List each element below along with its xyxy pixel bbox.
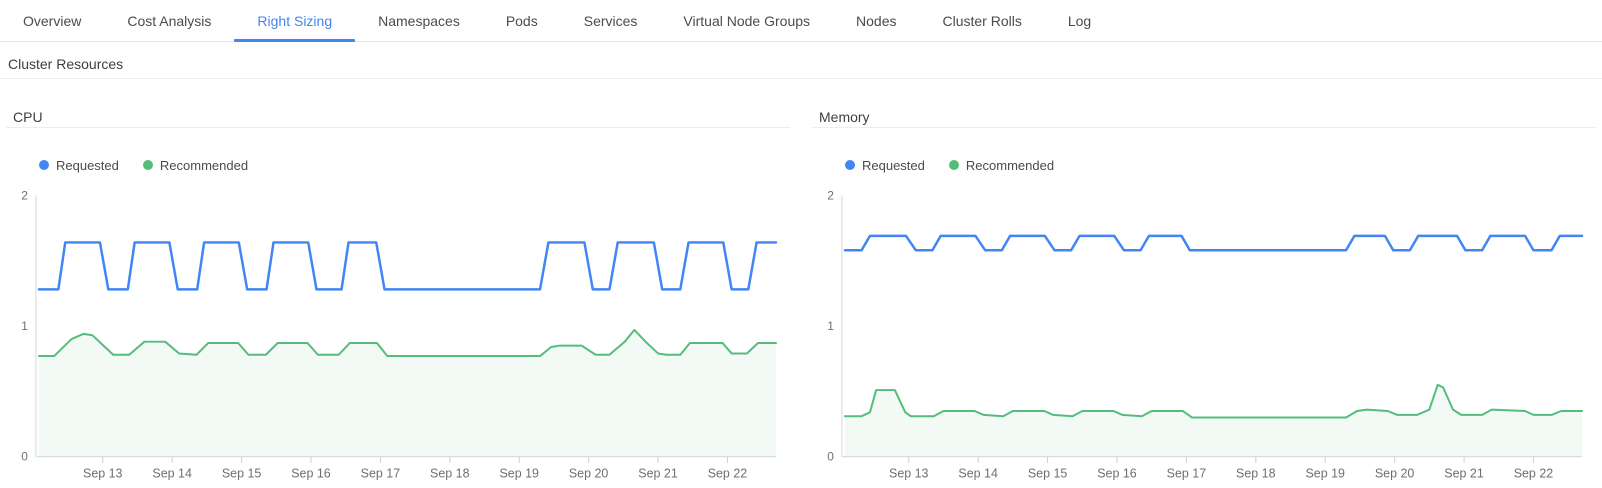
tab-virtual-node-groups[interactable]: Virtual Node Groups xyxy=(660,0,833,41)
axis-tick-label: Sep 13 xyxy=(83,467,123,481)
memory-legend: Requested Recommended xyxy=(845,155,1596,175)
recommended-dot-icon xyxy=(143,160,153,170)
axis-tick-label: 0 xyxy=(827,450,834,464)
axis-tick-label: Sep 15 xyxy=(222,467,262,481)
axis-tick-label: 2 xyxy=(827,188,834,202)
tab-cluster-rolls[interactable]: Cluster Rolls xyxy=(919,0,1044,41)
axis-tick-label: Sep 20 xyxy=(1375,467,1415,481)
axis-tick-label: Sep 13 xyxy=(889,467,929,481)
axis-tick-label: Sep 19 xyxy=(499,467,539,481)
requested-line xyxy=(39,242,776,289)
tab-nodes[interactable]: Nodes xyxy=(833,0,919,41)
tab-right-sizing[interactable]: Right Sizing xyxy=(234,0,355,41)
axis-tick-label: 0 xyxy=(21,450,28,464)
cpu-legend-item-requested[interactable]: Requested xyxy=(39,158,119,173)
axis-tick-label: Sep 14 xyxy=(152,467,192,481)
section-header: Cluster Resources xyxy=(0,42,1602,79)
cpu-chart-title: CPU xyxy=(6,97,790,128)
axis-tick-label: Sep 15 xyxy=(1028,467,1068,481)
tab-cost-analysis[interactable]: Cost Analysis xyxy=(104,0,234,41)
memory-legend-item-recommended[interactable]: Recommended xyxy=(949,158,1054,173)
legend-label: Recommended xyxy=(966,158,1054,173)
recommended-area xyxy=(39,330,776,457)
tab-overview[interactable]: Overview xyxy=(0,0,104,41)
memory-chart-title: Memory xyxy=(812,97,1596,128)
tab-namespaces[interactable]: Namespaces xyxy=(355,0,483,41)
memory-panel: Memory Requested Recommended 0 1 2 Sep 13 Sep… xyxy=(812,97,1596,487)
legend-label: Requested xyxy=(56,158,119,173)
axis-tick-label: Sep 21 xyxy=(1444,467,1484,481)
page-title: Cluster Resources xyxy=(8,56,123,72)
memory-legend-item-requested[interactable]: Requested xyxy=(845,158,925,173)
cpu-chart: 0 1 2 Sep 13 Sep 14 Sep 15 Sep 16 Sep 17 Sep 18 S… xyxy=(6,185,790,487)
memory-chart-svg: 0 1 2 Sep 13 Sep 14 Sep 15 Sep 16 Sep 17 Sep 18 S… xyxy=(812,185,1596,487)
legend-label: Requested xyxy=(862,158,925,173)
memory-chart: 0 1 2 Sep 13 Sep 14 Sep 15 Sep 16 Sep 17 Sep 18 S… xyxy=(812,185,1596,487)
recommended-dot-icon xyxy=(949,160,959,170)
tab-bar: OverviewCost AnalysisRight SizingNamespa… xyxy=(0,0,1602,42)
cpu-legend-item-recommended[interactable]: Recommended xyxy=(143,158,248,173)
cpu-chart-svg: 0 1 2 Sep 13 Sep 14 Sep 15 Sep 16 Sep 17 Sep 18 S… xyxy=(6,185,790,487)
axis-tick-label: 2 xyxy=(21,188,28,202)
charts-row: CPU Requested Recommended 0 1 2 Sep 13 Sep 14… xyxy=(0,97,1602,487)
recommended-area xyxy=(845,385,1582,457)
axis-tick-label: Sep 21 xyxy=(638,467,678,481)
axis-tick-label: Sep 14 xyxy=(958,467,998,481)
axis-tick-label: Sep 22 xyxy=(1514,467,1554,481)
cpu-legend: Requested Recommended xyxy=(39,155,790,175)
axis-tick-label: Sep 16 xyxy=(291,467,331,481)
axis-tick-label: 1 xyxy=(827,319,834,333)
axis-tick-label: Sep 16 xyxy=(1097,467,1137,481)
axis-tick-label: Sep 17 xyxy=(1167,467,1207,481)
requested-line xyxy=(845,236,1582,250)
axis-tick-label: Sep 18 xyxy=(430,467,470,481)
requested-dot-icon xyxy=(845,160,855,170)
axis-tick-label: Sep 18 xyxy=(1236,467,1276,481)
cpu-panel: CPU Requested Recommended 0 1 2 Sep 13 Sep 14… xyxy=(6,97,790,487)
legend-label: Recommended xyxy=(160,158,248,173)
tab-pods[interactable]: Pods xyxy=(483,0,561,41)
axis-tick-label: Sep 20 xyxy=(569,467,609,481)
tab-services[interactable]: Services xyxy=(561,0,661,41)
axis-tick-label: Sep 22 xyxy=(708,467,748,481)
requested-dot-icon xyxy=(39,160,49,170)
tab-log[interactable]: Log xyxy=(1045,0,1114,41)
axis-tick-label: Sep 17 xyxy=(361,467,401,481)
axis-tick-label: 1 xyxy=(21,319,28,333)
axis-tick-label: Sep 19 xyxy=(1305,467,1345,481)
